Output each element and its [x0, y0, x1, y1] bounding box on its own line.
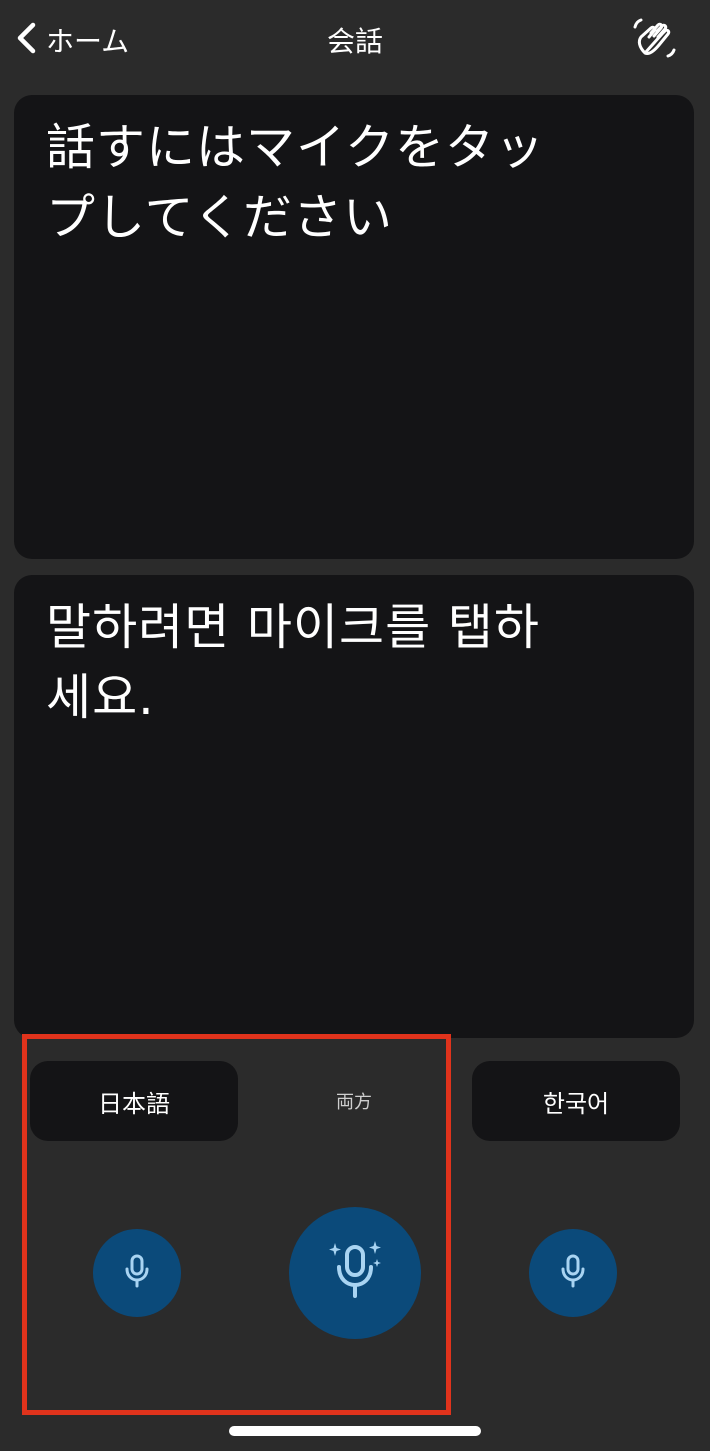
- japanese-language-button[interactable]: 日本語: [30, 1061, 238, 1141]
- japanese-text-panel[interactable]: 話すにはマイクをタップしてください: [14, 95, 694, 559]
- home-indicator[interactable]: [229, 1426, 481, 1436]
- korean-prompt-text: 말하려면 마이크를 탭하세요.: [46, 599, 540, 726]
- both-languages-mic-button[interactable]: [289, 1207, 421, 1339]
- japanese-mic-button[interactable]: [93, 1229, 181, 1317]
- korean-text-panel[interactable]: 말하려면 마이크를 탭하세요.: [14, 575, 694, 1038]
- chevron-left-icon: [14, 21, 40, 59]
- korean-mic-button[interactable]: [529, 1229, 617, 1317]
- both-languages-button[interactable]: 両方: [256, 1061, 452, 1141]
- korean-language-button[interactable]: 한국어: [472, 1061, 680, 1141]
- microphone-icon: [558, 1253, 588, 1293]
- microphone-sparkle-icon: [325, 1239, 385, 1307]
- japanese-prompt-text: 話すにはマイクをタップしてください: [46, 119, 546, 246]
- waving-hand-icon: [629, 15, 679, 69]
- top-navigation-bar: ホーム 会話: [0, 0, 710, 84]
- wave-button[interactable]: [626, 14, 682, 70]
- back-button[interactable]: ホーム: [14, 18, 129, 62]
- microphone-icon: [122, 1253, 152, 1293]
- back-button-label: ホーム: [46, 25, 130, 58]
